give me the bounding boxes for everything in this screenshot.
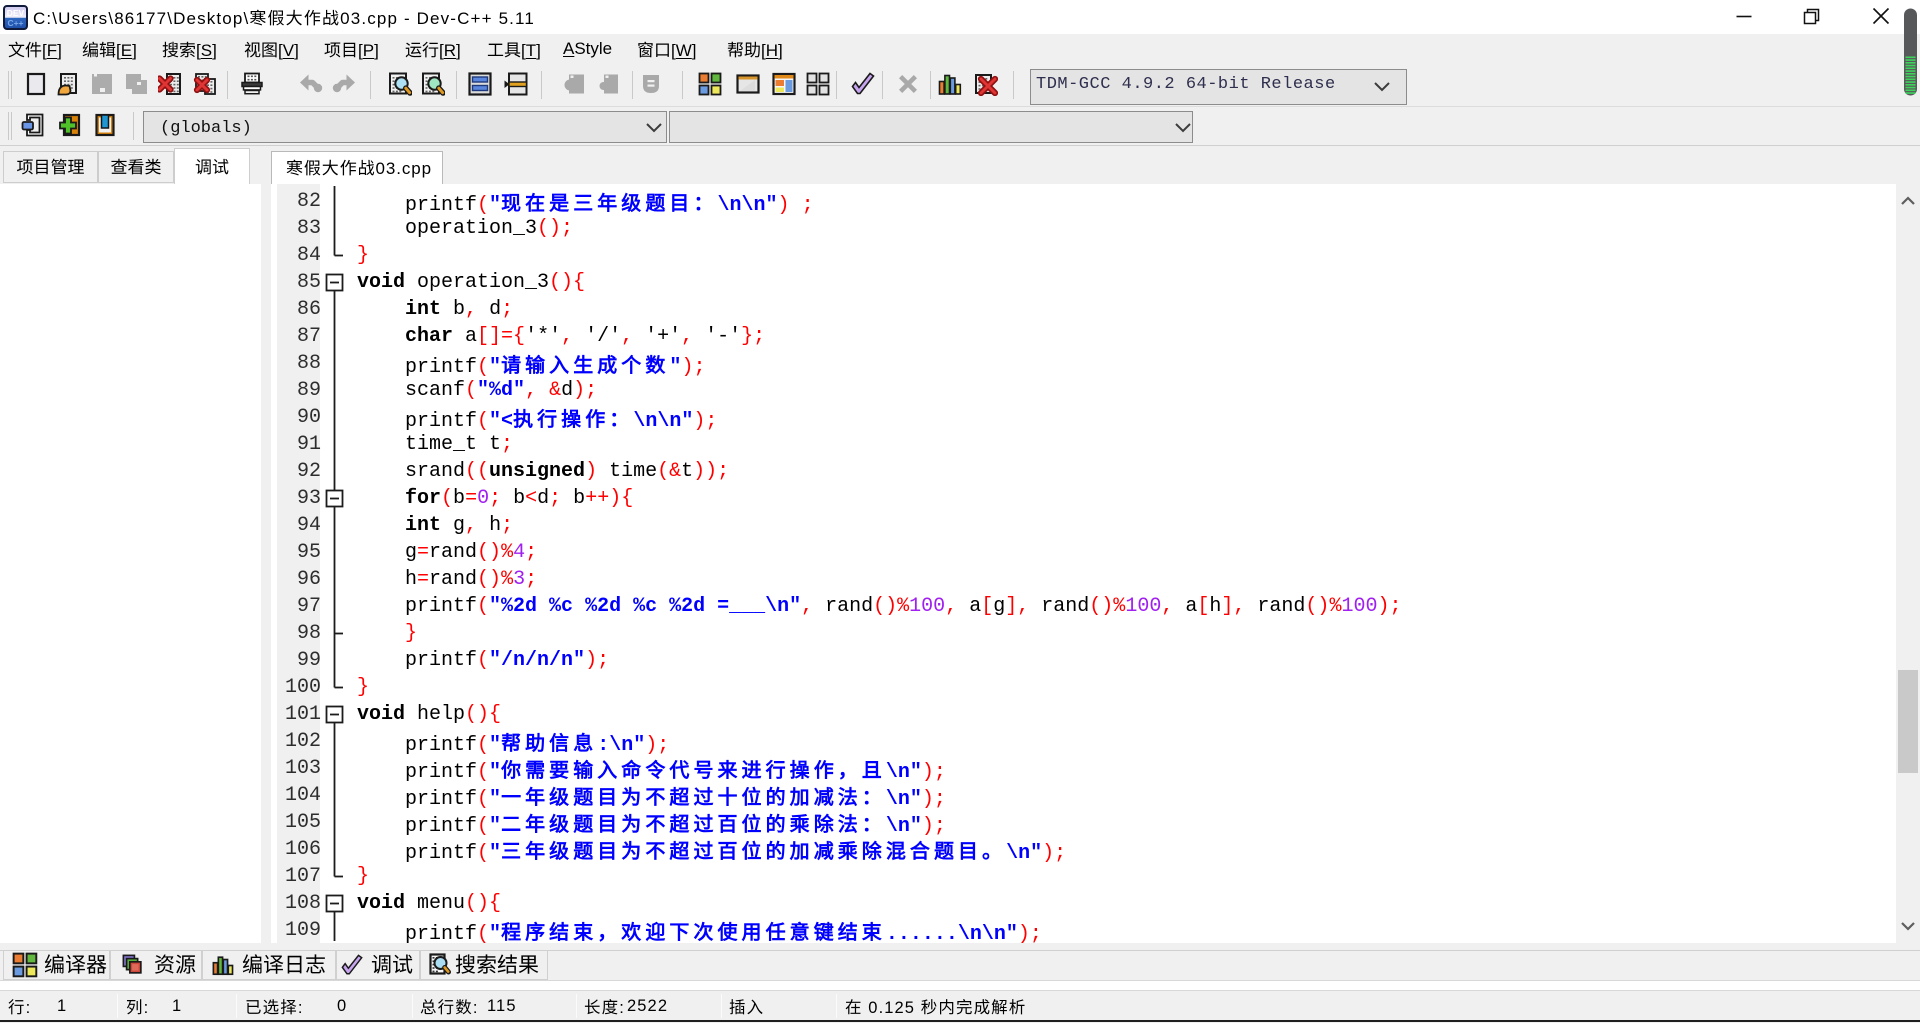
svg-text:C++: C++: [7, 18, 23, 28]
svg-text:DEV: DEV: [7, 8, 25, 18]
